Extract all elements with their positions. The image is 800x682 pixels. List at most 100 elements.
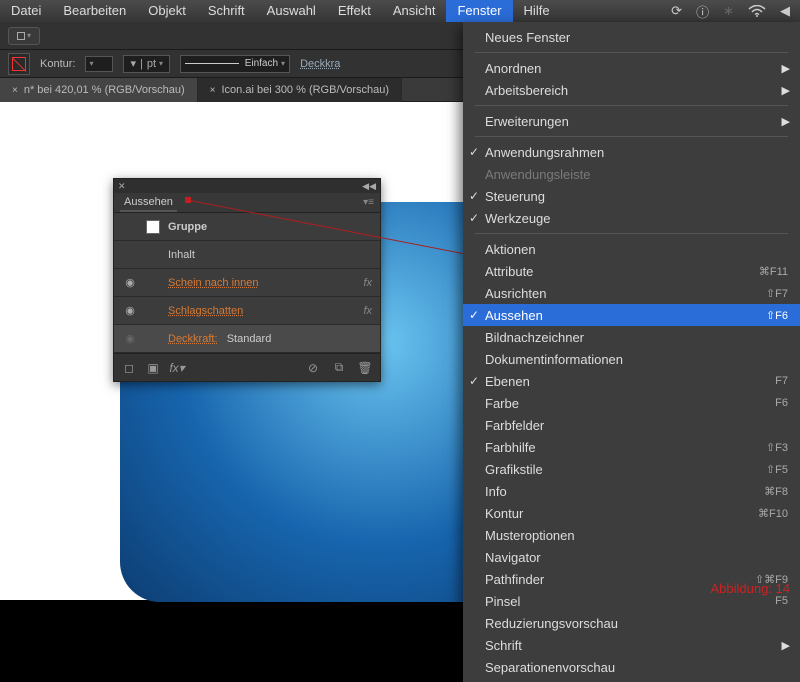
info-icon[interactable]: ⓘ [696,2,709,21]
effect-link[interactable]: Schlagschatten [168,305,243,317]
menu-item-steuerung[interactable]: ✓Steuerung [463,185,800,207]
menu-auswahl[interactable]: Auswahl [256,0,327,22]
shortcut: ⇧F3 [766,441,788,454]
menu-item-anordnen[interactable]: Anordnen▶ [463,57,800,79]
shortcut: ⇧F5 [766,463,788,476]
menu-item-arbeitsbereich[interactable]: Arbeitsbereich▶ [463,79,800,101]
shortcut: ⌘F10 [758,507,788,520]
menu-item-musteroptionen[interactable]: Musteroptionen [463,524,800,546]
clear-icon[interactable]: ⊘ [306,361,320,375]
opacity-label[interactable]: Deckkra [300,58,340,70]
check-icon: ✓ [469,211,479,225]
menu-item-grafikstile[interactable]: Grafikstile⇧F5 [463,458,800,480]
shortcut: F5 [775,595,788,607]
figure-caption: Abbildung: 14 [710,581,790,596]
menu-item-aktionen[interactable]: Aktionen [463,238,800,260]
opacity-link[interactable]: Deckkraft: [168,333,218,345]
visibility-icon[interactable]: ◉ [122,332,138,345]
menubar: DateiBearbeitenObjektSchriftAuswahlEffek… [0,0,800,22]
visibility-icon[interactable]: ◉ [122,276,138,289]
appearance-row[interactable]: Inhalt [114,241,380,269]
check-icon: ✓ [469,145,479,159]
menu-item-ausrichten[interactable]: Ausrichten⇧F7 [463,282,800,304]
stroke-weight[interactable]: ▾ |pt [123,55,170,73]
shortcut: ⌘F8 [764,485,788,498]
menu-effekt[interactable]: Effekt [327,0,382,22]
panel-titlebar[interactable]: ✕ ◀◀ [114,179,380,193]
duplicate-icon[interactable]: ⧉ [332,361,346,375]
visibility-icon[interactable]: ◉ [122,304,138,317]
menu-item-separationenvorschau[interactable]: Separationenvorschau [463,656,800,678]
stroke-swatch[interactable] [85,56,113,72]
appearance-row[interactable]: ◉Deckkraft: Standard [114,325,380,353]
volume-icon[interactable]: ◀ [780,3,790,19]
menu-item-anwendungsrahmen[interactable]: ✓Anwendungsrahmen [463,141,800,163]
fx-icon: fx [363,277,372,289]
menu-item-attribute[interactable]: Attribute⌘F11 [463,260,800,282]
bluetooth-icon[interactable]: ∗ [723,3,734,19]
menu-hilfe[interactable]: Hilfe [513,0,561,22]
check-icon: ✓ [469,189,479,203]
menu-item-info[interactable]: Info⌘F8 [463,480,800,502]
close-icon[interactable]: ✕ [118,181,126,192]
new-fill-icon[interactable]: ▣ [146,361,160,375]
menu-item-kontur[interactable]: Kontur⌘F10 [463,502,800,524]
submenu-icon: ▶ [782,639,790,652]
close-tab-icon[interactable]: × [210,85,216,96]
document-tab[interactable]: ×n* bei 420,01 % (RGB/Vorschau) [0,78,198,102]
shortcut: F6 [775,397,788,409]
sync-icon[interactable]: ⟳ [671,3,682,19]
menu-item-aussehen[interactable]: ✓Aussehen⇧F6 [463,304,800,326]
stroke-style[interactable]: Einfach [180,55,290,73]
menu-item-dokumentinformationen[interactable]: Dokumentinformationen [463,348,800,370]
submenu-icon: ▶ [782,115,790,128]
panel-menu-icon[interactable]: ▾≡ [363,197,374,208]
panel-tab-appearance[interactable]: Aussehen [120,194,177,212]
trash-icon[interactable]: 🗑 [358,361,372,375]
new-stroke-icon[interactable]: ◻ [122,361,136,375]
collapse-icon[interactable]: ◀◀ [362,181,376,192]
menu-item-bildnachzeichner[interactable]: Bildnachzeichner [463,326,800,348]
appearance-panel[interactable]: ✕ ◀◀ Aussehen ▾≡ GruppeInhalt ◉ Schein nac… [113,178,381,382]
no-fill-icon[interactable] [8,53,30,75]
appearance-row[interactable]: ◉ Schlagschatten fx [114,297,380,325]
view-mode-dropdown[interactable] [8,27,40,45]
menu-item-anwendungsleiste: Anwendungsleiste [463,163,800,185]
menu-item-navigator[interactable]: Navigator [463,546,800,568]
swatch-icon [146,220,160,234]
check-icon: ✓ [469,308,479,322]
menu-item-ebenen[interactable]: ✓EbenenF7 [463,370,800,392]
menu-item-erweiterungen[interactable]: Erweiterungen▶ [463,110,800,132]
annotation-marker [185,197,191,203]
shortcut: F7 [775,375,788,387]
panel-footer: ◻ ▣ fx▾ ⊘ ⧉ 🗑 [114,353,380,381]
shortcut: ⇧F6 [766,309,788,322]
menu-item-neues-fenster[interactable]: Neues Fenster [463,26,800,48]
appearance-row[interactable]: ◉ Schein nach innen fx [114,269,380,297]
menu-item-farbfelder[interactable]: Farbfelder [463,414,800,436]
menu-fenster[interactable]: Fenster [446,0,512,22]
menu-item-werkzeuge[interactable]: ✓Werkzeuge [463,207,800,229]
menu-schrift[interactable]: Schrift [197,0,256,22]
menu-item-reduzierungsvorschau[interactable]: Reduzierungsvorschau [463,612,800,634]
menu-ansicht[interactable]: Ansicht [382,0,447,22]
close-tab-icon[interactable]: × [12,85,18,96]
submenu-icon: ▶ [782,84,790,97]
document-tab[interactable]: ×Icon.ai bei 300 % (RGB/Vorschau) [198,78,402,102]
fx-menu-icon[interactable]: fx▾ [170,361,184,375]
menu-objekt[interactable]: Objekt [137,0,197,22]
menu-bearbeiten[interactable]: Bearbeiten [52,0,137,22]
fx-icon: fx [363,305,372,317]
shortcut: ⌘F11 [759,265,788,278]
check-icon: ✓ [469,374,479,388]
menu-datei[interactable]: Datei [0,0,52,22]
wifi-icon[interactable] [748,5,766,17]
menu-item-schrift[interactable]: Schrift▶ [463,634,800,656]
menu-item-farbe[interactable]: FarbeF6 [463,392,800,414]
kontur-label: Kontur: [40,58,75,70]
panel-body: GruppeInhalt ◉ Schein nach innen fx ◉ Schlags… [114,213,380,353]
menu-item-farbhilfe[interactable]: Farbhilfe⇧F3 [463,436,800,458]
effect-link[interactable]: Schein nach innen [168,277,259,289]
appearance-row[interactable]: Gruppe [114,213,380,241]
submenu-icon: ▶ [782,62,790,75]
